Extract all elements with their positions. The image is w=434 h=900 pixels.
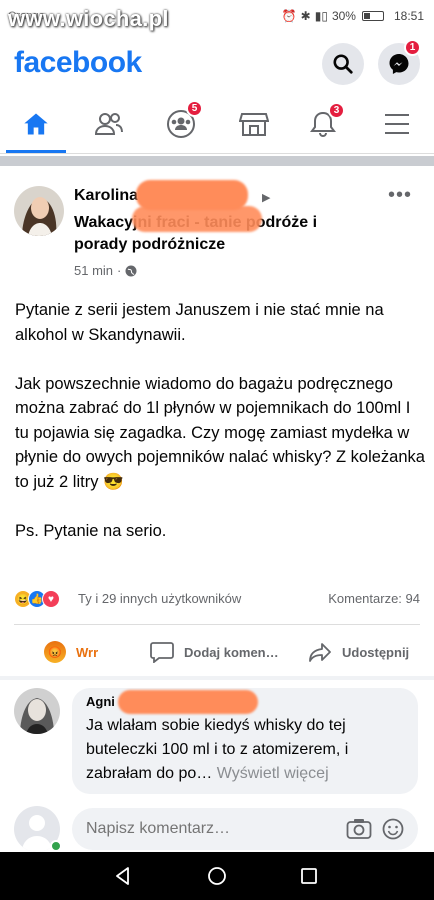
tab-friends[interactable]: [84, 104, 134, 144]
divider: [14, 624, 420, 625]
comment-label: Dodaj komen…: [184, 644, 279, 660]
status-indicators: ⏰ ✱ ▮▯ 30% 18:51: [282, 9, 424, 23]
clock: 18:51: [393, 9, 424, 23]
arrow-right-icon: ▶: [262, 192, 271, 204]
menu-icon: [385, 114, 409, 134]
search-button[interactable]: [322, 43, 364, 85]
marketplace-icon: [239, 113, 269, 136]
post-body: Pytanie z serii jestem Januszem i nie st…: [15, 298, 425, 568]
comment-author-name[interactable]: Agni: [86, 694, 115, 709]
camera-icon[interactable]: [346, 818, 372, 840]
share-label: Udostępnij: [342, 644, 410, 660]
tab-groups[interactable]: 5: [156, 100, 206, 144]
search-icon: [333, 54, 353, 74]
share-icon: [309, 643, 331, 662]
tab-notifications[interactable]: 3: [298, 102, 348, 144]
see-more-link[interactable]: Wyświetl więcej: [217, 765, 329, 782]
share-button[interactable]: Udostępnij: [308, 640, 409, 664]
tab-menu[interactable]: [372, 104, 422, 144]
back-icon: [116, 867, 129, 885]
messenger-icon: [389, 54, 409, 74]
globe-icon: [125, 265, 137, 276]
tab-bar: 5 3: [0, 96, 434, 154]
square-icon: [301, 868, 317, 884]
more-options-icon[interactable]: •••: [388, 184, 412, 207]
tab-home[interactable]: [11, 104, 61, 144]
home-system-button[interactable]: [204, 864, 230, 888]
angry-icon: 😡: [44, 641, 66, 663]
circle-icon: [208, 867, 226, 885]
feed-separator: [0, 156, 434, 166]
recents-button[interactable]: [296, 864, 322, 888]
alarm-icon: ⏰: [281, 9, 297, 23]
react-button[interactable]: 😡 Wrr: [44, 640, 98, 664]
comment-icon: [150, 642, 174, 663]
bluetooth-icon: ✱: [300, 9, 311, 23]
comments-count[interactable]: Komentarze: 94: [328, 591, 420, 606]
battery-percent: 30%: [331, 9, 356, 23]
post-paragraph: Ps. Pytanie na serio.: [15, 521, 167, 540]
tab-marketplace[interactable]: [229, 104, 279, 144]
friends-icon: [94, 113, 123, 135]
comment-input[interactable]: [86, 820, 326, 838]
commenter-avatar[interactable]: [14, 688, 60, 734]
divider: [0, 676, 434, 680]
comment-button[interactable]: Dodaj komen…: [150, 640, 279, 664]
watermark: www.wiocha.pl: [8, 6, 169, 31]
redaction-mark: [132, 206, 262, 232]
status-bar: Orange www.wiocha.pl ⏰ ✱ ▮▯ 30% 18:51: [0, 0, 434, 34]
messenger-button[interactable]: 1: [378, 39, 421, 85]
groups-badge: 5: [186, 100, 203, 117]
post-paragraph: Pytanie z serii jestem Januszem i nie st…: [15, 301, 384, 344]
redaction-mark: [118, 690, 258, 714]
notifications-badge: 3: [328, 102, 345, 119]
emoji-icon[interactable]: [382, 818, 404, 840]
post-paragraph: Jak powszechnie wiadomo do bagażu podręc…: [15, 374, 425, 491]
author-avatar[interactable]: [14, 186, 64, 236]
dot-separator: ·: [117, 263, 122, 278]
react-label: Wrr: [76, 644, 99, 660]
comment-text: Ja wlałam sobie kiedyś whisky do tej but…: [86, 714, 410, 786]
back-button[interactable]: [110, 864, 136, 888]
post-meta: 51 min ·: [74, 263, 137, 278]
battery-icon: [361, 11, 384, 21]
love-icon: ♥: [42, 590, 60, 608]
home-icon: [24, 113, 48, 135]
active-tab-indicator: [6, 150, 66, 153]
app-header: facebook 1: [0, 34, 434, 94]
signal-icon: ▮▯: [314, 9, 328, 23]
post-time[interactable]: 51 min: [74, 263, 113, 278]
messenger-badge: 1: [404, 39, 421, 56]
online-status-indicator: [50, 840, 62, 852]
facebook-logo: facebook: [14, 46, 142, 79]
reactions-summary[interactable]: Ty i 29 innych użytkowników: [78, 591, 241, 606]
reaction-icons[interactable]: 😆 👍 ♥: [14, 588, 60, 610]
system-navigation-bar: [0, 852, 434, 900]
